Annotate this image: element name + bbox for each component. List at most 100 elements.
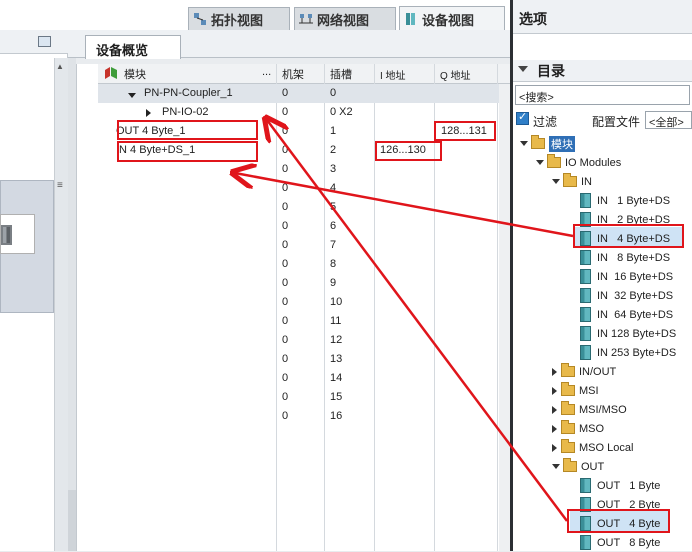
- table-vertical-scrollbar[interactable]: [499, 84, 510, 551]
- tree-item-module[interactable]: IN 32 Byte+DS: [580, 286, 673, 305]
- tree-item-label: MSO Local: [579, 441, 634, 454]
- folder-icon: [561, 439, 575, 453]
- cell-rack: 0: [282, 353, 289, 365]
- tree-folder[interactable]: MSO Local: [552, 438, 633, 457]
- scroll-up-icon[interactable]: ▲: [56, 62, 64, 71]
- tree-item-label: IN 8 Byte+DS: [597, 251, 671, 264]
- table-row[interactable]: 09: [98, 274, 510, 293]
- table-row[interactable]: 0 16: [98, 407, 510, 426]
- toolbar-window-icon[interactable]: [38, 36, 51, 47]
- table-row[interactable]: 03: [98, 160, 510, 179]
- tree-item-label: IN/OUT: [579, 365, 617, 378]
- splitter-grip-icon: ≡: [57, 180, 63, 191]
- cell-slot: 0 X2: [330, 106, 353, 118]
- tree-item-module[interactable]: IN 8 Byte+DS: [580, 248, 670, 267]
- tab-device-view[interactable]: 设备视图: [399, 6, 505, 31]
- tree-expanded-icon[interactable]: [536, 160, 544, 165]
- cell-slot: 5: [330, 201, 337, 213]
- network-icon: [299, 12, 313, 26]
- table-row[interactable]: 08: [98, 255, 510, 274]
- cell-slot: 7: [330, 239, 337, 251]
- module-icon: [580, 326, 591, 341]
- tree-folder[interactable]: MSI/MSO: [552, 400, 627, 419]
- col-header-module[interactable]: 模块: [124, 66, 146, 82]
- table-row[interactable]: PN-PN-Coupler_1 0 0: [98, 84, 510, 103]
- table-row[interactable]: 0 15: [98, 388, 510, 407]
- module-icon: [580, 345, 591, 360]
- table-row[interactable]: 07: [98, 236, 510, 255]
- catalog-title: 目录: [537, 63, 565, 79]
- tab-topology-view[interactable]: 拓扑视图: [188, 7, 290, 30]
- table-row[interactable]: 06: [98, 217, 510, 236]
- folder-icon: [561, 401, 575, 415]
- cell-rack: 0: [282, 239, 289, 251]
- tree-item-module[interactable]: IN 128 Byte+DS: [580, 324, 676, 343]
- tree-item-module[interactable]: OUT 1 Byte: [580, 476, 660, 495]
- tree-expanded-icon[interactable]: [552, 464, 560, 469]
- tree-item-label: MSI/MSO: [579, 403, 627, 416]
- tree-item-label: IN 32 Byte+DS: [597, 289, 674, 302]
- tree-folder[interactable]: IN/OUT: [552, 362, 616, 381]
- module-icon: [580, 250, 591, 265]
- table-row[interactable]: 0 11: [98, 312, 510, 331]
- canvas-splitter[interactable]: ≡ ▲: [54, 58, 68, 551]
- cell-module[interactable]: PN-PN-Coupler_1: [144, 87, 233, 99]
- tree-item-module[interactable]: IN 253 Byte+DS: [580, 343, 676, 362]
- table-row[interactable]: 0 13: [98, 350, 510, 369]
- tab-device-overview[interactable]: 设备概览: [85, 35, 181, 59]
- annotation-box-i-address: [375, 141, 442, 161]
- tree-folder[interactable]: MSO: [552, 419, 604, 438]
- tree-folder[interactable]: IO Modules: [536, 153, 621, 172]
- cell-rack: 0: [282, 220, 289, 232]
- catalog-collapse-icon[interactable]: [518, 66, 528, 72]
- tree-folder[interactable]: OUT: [552, 457, 604, 476]
- expand-arrow-icon[interactable]: [146, 108, 151, 120]
- device-icon: [404, 12, 418, 26]
- cell-slot: 8: [330, 258, 337, 270]
- filter-checkbox[interactable]: [516, 110, 529, 125]
- cell-rack: 0: [282, 258, 289, 270]
- tree-collapsed-icon[interactable]: [552, 424, 557, 433]
- table-row[interactable]: 05: [98, 198, 510, 217]
- tree-collapsed-icon[interactable]: [552, 367, 557, 376]
- col-header-more[interactable]: ...: [262, 66, 271, 78]
- tree-item-module[interactable]: IN 16 Byte+DS: [580, 267, 673, 286]
- tree-item-label: IN 128 Byte+DS: [597, 327, 677, 340]
- tree-item-label: MSI: [579, 384, 599, 397]
- folder-icon: [547, 154, 561, 168]
- cell-module[interactable]: PN-IO-02: [162, 106, 208, 118]
- module-icon: [580, 269, 591, 284]
- tree-folder[interactable]: MSI: [552, 381, 599, 400]
- col-header-slot[interactable]: 插槽: [330, 66, 352, 82]
- tree-folder[interactable]: 模块: [520, 134, 575, 153]
- cell-slot: 12: [330, 334, 343, 346]
- tree-folder[interactable]: IN: [552, 172, 592, 191]
- catalog-search-input[interactable]: <搜索>: [515, 85, 690, 105]
- profile-dropdown[interactable]: <全部>: [645, 111, 692, 129]
- tab-network-view[interactable]: 网络视图: [294, 7, 396, 30]
- table-row[interactable]: 0 10: [98, 293, 510, 312]
- tree-item-module[interactable]: IN 64 Byte+DS: [580, 305, 673, 324]
- cell-rack: 0: [282, 87, 289, 99]
- device-graphic[interactable]: [0, 214, 35, 254]
- col-header-q-address[interactable]: Q 地址: [440, 67, 471, 82]
- side-scroll-handle[interactable]: [68, 490, 76, 551]
- tree-item-module[interactable]: OUT 8 Byte: [580, 533, 660, 552]
- col-header-rack[interactable]: 机架: [282, 66, 304, 82]
- table-row[interactable]: 04: [98, 179, 510, 198]
- cell-rack: 0: [282, 372, 289, 384]
- table-row[interactable]: 0 12: [98, 331, 510, 350]
- module-icon: [580, 478, 591, 493]
- collapse-arrow-icon[interactable]: [128, 89, 136, 101]
- col-header-i-address[interactable]: I 地址: [380, 67, 406, 82]
- cell-slot: 0: [330, 87, 337, 99]
- tree-collapsed-icon[interactable]: [552, 405, 557, 414]
- tree-collapsed-icon[interactable]: [552, 443, 557, 452]
- tree-item-module[interactable]: IN 1 Byte+DS: [580, 191, 670, 210]
- table-row[interactable]: 0 14: [98, 369, 510, 388]
- cell-rack: 0: [282, 334, 289, 346]
- tree-expanded-icon[interactable]: [552, 179, 560, 184]
- tree-expanded-icon[interactable]: [520, 141, 528, 146]
- tree-item-label: MSO: [579, 422, 605, 435]
- tree-collapsed-icon[interactable]: [552, 386, 557, 395]
